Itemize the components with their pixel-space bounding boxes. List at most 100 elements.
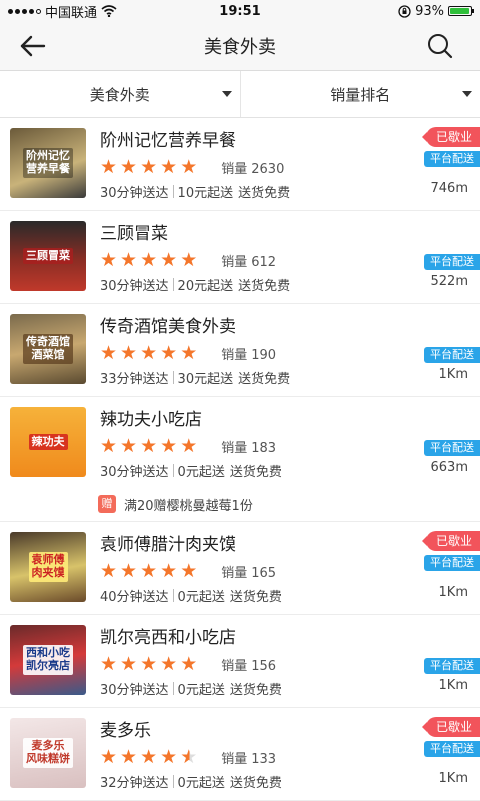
delivery-meta: 40分钟送达0元起送送货免费 (100, 586, 480, 604)
delivery-time: 32分钟送达 (100, 772, 169, 791)
shop-info: 凯尔亮西和小吃店★★★★★销量15630分钟送达0元起送送货免费平台配送1Km (100, 625, 480, 707)
back-button[interactable] (20, 32, 52, 60)
divider (173, 775, 174, 788)
shop-distance: 1Km (439, 771, 468, 786)
platform-delivery-tag: 平台配送 (424, 151, 480, 167)
star-icon: ★ (140, 436, 157, 456)
star-icon: ★ (120, 654, 137, 674)
shop-list-item[interactable]: 辣功夫辣功夫小吃店★★★★★销量18330分钟送达0元起送送货免费平台配送663… (0, 397, 480, 522)
rating-row: ★★★★★销量183 (100, 436, 480, 456)
sales-value: 612 (251, 255, 276, 270)
star-icon: ★ (180, 561, 197, 581)
delivery-fee: 送货免费 (230, 772, 282, 791)
rating-row: ★★★★★ 销量156 (100, 654, 480, 674)
shop-distance: 663m (431, 460, 468, 475)
shop-info: 麦多乐★★★★★销量13332分钟送达0元起送送货免费已歇业平台配送1Km (100, 718, 480, 800)
sales-count: 销量156 (221, 655, 276, 674)
shop-list-item[interactable]: 西和小吃 凯尔亮店凯尔亮西和小吃店★★★★★销量15630分钟送达0元起送送货免… (0, 615, 480, 708)
star-icon: ★ (140, 747, 157, 767)
filter-sort-dropdown[interactable]: 销量排名 (240, 71, 480, 117)
shop-thumbnail-sign: 西和小吃 凯尔亮店 (23, 645, 73, 674)
gift-promo-icon: 赠 (98, 495, 116, 513)
min-order: 30元起送 (178, 368, 234, 387)
shop-list-item[interactable]: 阶州记忆 营养早餐阶州记忆营养早餐★★★★★销量263030分钟送达10元起送送… (0, 118, 480, 211)
sales-count: 销量2630 (221, 158, 284, 177)
star-rating: ★★★★★ (100, 250, 197, 270)
star-icon: ★ (100, 157, 117, 177)
min-order: 0元起送 (178, 679, 225, 698)
nav-bar: 美食外卖 (0, 22, 480, 71)
battery-fill (450, 8, 469, 14)
shop-thumbnail: 袁师傅 肉夹馍 (10, 532, 86, 602)
back-arrow-icon (20, 35, 46, 57)
delivery-fee: 送货免费 (230, 679, 282, 698)
page-title: 美食外卖 (204, 33, 276, 59)
shop-distance: 1Km (439, 367, 468, 382)
promotion-row: 赠满20赠樱桃曼越莓1份 (98, 493, 480, 515)
star-icon: ★ (100, 250, 117, 270)
status-bar: 中国联通 19:51 93% (0, 0, 480, 22)
star-rating: ★★★★★ (100, 561, 197, 581)
star-icon: ★ (100, 561, 117, 581)
shop-thumbnail: 传奇酒馆 酒菜馆 (10, 314, 86, 384)
closed-badge: 已歇业 (426, 531, 480, 551)
rating-row: ★★★★★销量133 (100, 747, 480, 767)
shop-info: 传奇酒馆美食外卖★★★★★销量19033分钟送达30元起送送货免费平台配送1Km (100, 314, 480, 396)
platform-delivery-tag: 平台配送 (424, 254, 480, 270)
shop-row: 麦多乐 风味糕饼麦多乐★★★★★销量13332分钟送达0元起送送货免费已歇业平台… (10, 718, 480, 800)
delivery-meta: 30分钟送达20元起送送货免费 (100, 275, 480, 293)
shop-row: 阶州记忆 营养早餐阶州记忆营养早餐★★★★★销量263030分钟送达10元起送送… (10, 128, 480, 210)
min-order: 10元起送 (178, 182, 234, 201)
star-rating: ★★★★★ (100, 654, 197, 674)
star-icon: ★ (140, 343, 157, 363)
star-icon: ★ (120, 250, 137, 270)
shop-thumbnail-sign: 袁师傅 肉夹馍 (29, 552, 68, 581)
divider (173, 371, 174, 384)
shop-name: 传奇酒馆美食外卖 (100, 315, 480, 339)
sales-count: 销量190 (221, 344, 276, 363)
shop-distance: 1Km (439, 585, 468, 600)
shop-thumbnail: 三顾冒菜 (10, 221, 86, 291)
star-icon: ★ (120, 343, 137, 363)
rating-row: ★★★★★销量190 (100, 343, 480, 363)
delivery-time: 40分钟送达 (100, 586, 169, 605)
star-rating: ★★★★★ (100, 747, 197, 767)
shop-list-item[interactable]: 袁师傅 肉夹馍袁师傅腊汁肉夹馍★★★★★销量16540分钟送达0元起送送货免费已… (0, 522, 480, 615)
sales-value: 133 (251, 752, 276, 767)
filter-category-dropdown[interactable]: 美食外卖 (0, 71, 240, 117)
shop-thumbnail-sign: 麦多乐 风味糕饼 (23, 738, 73, 767)
delivery-fee: 送货免费 (238, 275, 290, 294)
delivery-meta: 30分钟送达0元起送送货免费 (100, 461, 480, 479)
star-icon: ★ (160, 343, 177, 363)
shop-name: 凯尔亮西和小吃店 (100, 626, 480, 650)
rating-row: ★★★★★ 销量2630 (100, 157, 480, 177)
shop-distance: 1Km (439, 678, 468, 693)
sales-label: 销量 (221, 255, 247, 270)
platform-delivery-tag: 平台配送 (424, 658, 480, 674)
star-icon: ★ (160, 250, 177, 270)
wifi-icon (101, 5, 117, 17)
star-icon: ★ (120, 747, 137, 767)
star-icon: ★ (180, 747, 197, 767)
star-rating: ★★★★★ (100, 157, 197, 177)
delivery-fee: 送货免费 (230, 586, 282, 605)
star-icon: ★ (100, 436, 117, 456)
delivery-fee: 送货免费 (230, 461, 282, 480)
star-icon: ★ (100, 654, 117, 674)
signal-strength-icon (8, 9, 41, 14)
delivery-time: 30分钟送达 (100, 461, 169, 480)
filter-bar: 美食外卖 销量排名 (0, 71, 480, 118)
shop-thumbnail-sign: 阶州记忆 营养早餐 (23, 148, 73, 177)
shop-list-item[interactable]: 麦多乐 风味糕饼麦多乐★★★★★销量13332分钟送达0元起送送货免费已歇业平台… (0, 708, 480, 801)
shop-thumbnail: 西和小吃 凯尔亮店 (10, 625, 86, 695)
shop-list: 阶州记忆 营养早餐阶州记忆营养早餐★★★★★销量263030分钟送达10元起送送… (0, 118, 480, 801)
star-icon: ★ (120, 157, 137, 177)
sales-label: 销量 (221, 441, 247, 456)
sales-value: 165 (251, 566, 276, 581)
search-button[interactable] (426, 32, 456, 62)
delivery-time: 33分钟送达 (100, 368, 169, 387)
shop-list-item[interactable]: 三顾冒菜三顾冒菜★★★★★销量61230分钟送达20元起送送货免费平台配送522… (0, 211, 480, 304)
sales-label: 销量 (221, 162, 247, 177)
divider (173, 464, 174, 477)
shop-list-item[interactable]: 传奇酒馆 酒菜馆传奇酒馆美食外卖★★★★★销量19033分钟送达30元起送送货免… (0, 304, 480, 397)
